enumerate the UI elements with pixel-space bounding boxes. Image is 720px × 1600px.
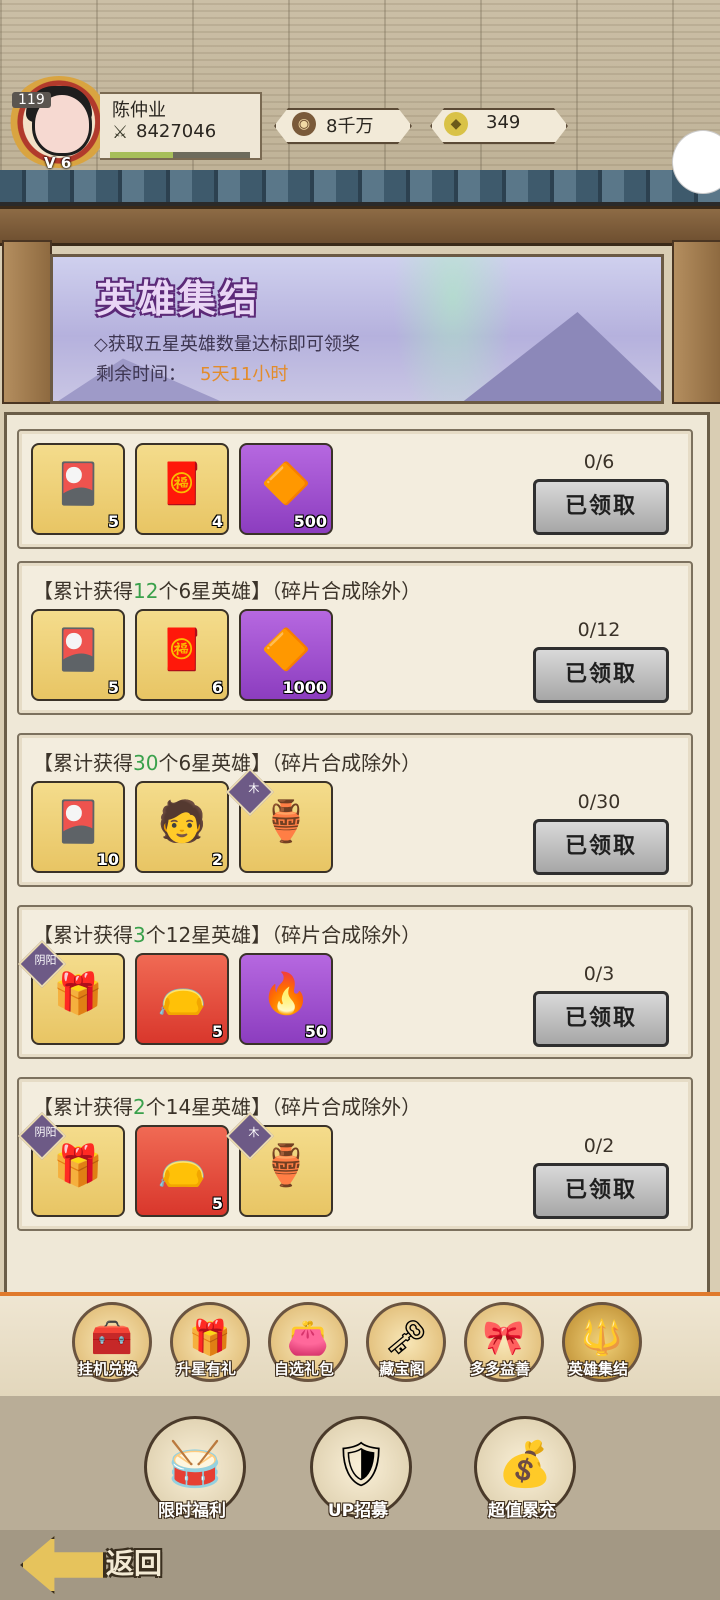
tab-label: 自选礼包 (273, 1360, 334, 1378)
reward-row: 【累计获得30个6星英雄】（碎片合成除外） 🎴 10 🧑 2 木 🏺 0/30 … (17, 733, 693, 887)
event-description: ◇获取五星英雄数量达标即可领奖 (94, 334, 360, 355)
reward-item[interactable]: 🧧 4 (135, 443, 229, 535)
progress-text: 0/12 (577, 619, 621, 641)
vip-badge: V 6 (44, 154, 72, 172)
item-count: 500 (293, 512, 327, 531)
row-note: （碎片合成除外） (271, 1095, 422, 1119)
highlight-count: 30 (133, 751, 159, 775)
hero-portrait-icon: 🧑 (157, 799, 207, 845)
item-count: 5 (107, 678, 119, 697)
progress-text: 0/30 (577, 791, 621, 813)
reward-item[interactable]: 🧑 2 (135, 781, 229, 873)
lottery-ticket-icon: 🧧 (157, 461, 207, 507)
reward-item[interactable]: 🔥 50 (239, 953, 333, 1045)
ingot-icon: ◆ (444, 112, 468, 136)
tab-label: 多多益善 (469, 1360, 530, 1378)
tab-label: 英雄集结 (567, 1360, 628, 1378)
item-count: 6 (211, 678, 223, 697)
back-label[interactable]: 返回 (106, 1542, 162, 1582)
jade-crystal-icon: 🔶 (261, 627, 311, 673)
reward-item[interactable]: 木 🏺 (225, 1111, 333, 1217)
coin-amount: 8千万 (326, 116, 374, 137)
reward-item[interactable]: 🎴 5 (31, 443, 125, 535)
reward-row: 【累计获得12个6星英雄】（碎片合成除外） 🎴 5 🧧 6 🔶 1000 0/1… (17, 561, 693, 715)
crossed-swords-icon: ⚔ (112, 122, 129, 143)
left-pillar (2, 240, 52, 404)
reward-row: 【累计获得3个12星英雄】（碎片合成除外） 阴阳 🎁 👝 5 🔥 50 0/3 … (17, 905, 693, 1059)
row-title: 【累计获得2个14星英雄】（碎片合成除外） (33, 1095, 422, 1119)
tab-label: 升星有礼 (175, 1360, 236, 1378)
row-note: （碎片合成除外） (271, 751, 422, 775)
reward-item[interactable]: 🔶 1000 (239, 609, 333, 701)
claimed-button[interactable]: 已领取 (533, 1163, 669, 1219)
reward-item[interactable]: 🎴 5 (31, 609, 125, 701)
lottery-ticket-icon: 🧧 (157, 627, 207, 673)
remaining-time-value: 5天11小时 (200, 364, 289, 385)
summon-order-icon: 🎴 (53, 627, 103, 673)
reward-item[interactable]: 阴阳 🎁 (17, 939, 125, 1045)
item-count: 2 (211, 850, 223, 869)
row-title: 【累计获得12个6星英雄】（碎片合成除外） (33, 579, 422, 603)
claimed-button[interactable]: 已领取 (533, 479, 669, 535)
exp-bar-fill (110, 152, 173, 158)
claimed-button[interactable]: 已领取 (533, 819, 669, 875)
reward-row: 🎴 5 🧧 4 🔶 500 0/6 已领取 (17, 429, 693, 549)
tab-label: 藏宝阁 (379, 1360, 425, 1378)
golden-seal-icon: 🏺 (261, 799, 311, 845)
progress-text: 0/6 (583, 451, 615, 473)
combat-power: 8427046 (136, 121, 217, 142)
player-name: 陈仲业 (112, 100, 166, 121)
row-title: 【累计获得3个12星英雄】（碎片合成除外） (33, 923, 422, 947)
roof-tiles (0, 170, 720, 206)
reward-item[interactable]: 木 🏺 (225, 767, 333, 873)
banner-mountain-right (451, 312, 661, 401)
yinyang-box-icon: 🎁 (53, 1143, 103, 1189)
claimed-button[interactable]: 已领取 (533, 991, 669, 1047)
row-title: 【累计获得30个6星英雄】（碎片合成除外） (33, 751, 422, 775)
event-title: 英雄集结 (96, 277, 261, 321)
item-count: 10 (96, 850, 119, 869)
item-count: 4 (211, 512, 223, 531)
exp-bar (110, 152, 250, 158)
coin-icon: ◉ (292, 112, 316, 136)
reward-item[interactable]: 👝 5 (135, 1125, 229, 1217)
item-count: 5 (211, 1194, 223, 1213)
red-pouch-icon: 👝 (157, 1143, 207, 1189)
tab-label: 挂机兑换 (77, 1360, 138, 1378)
item-count: 5 (211, 1022, 223, 1041)
ingot-amount: 349 (486, 112, 521, 133)
highlight-count: 3 (133, 923, 146, 947)
yinyang-box-icon: 🎁 (53, 971, 103, 1017)
fire-gem-icon: 🔥 (261, 971, 311, 1017)
summon-order-icon: 🎴 (53, 461, 103, 507)
reward-row: 【累计获得2个14星英雄】（碎片合成除外） 阴阳 🎁 👝 5 木 🏺 0/2 已… (17, 1077, 693, 1231)
item-count: 50 (304, 1022, 327, 1041)
nav-label: UP招募 (327, 1501, 389, 1521)
reward-item[interactable]: 🔶 500 (239, 443, 333, 535)
red-pouch-icon: 👝 (157, 971, 207, 1017)
nav-label: 超值累充 (488, 1501, 556, 1521)
remaining-time-label: 剩余时间： (96, 364, 186, 385)
golden-seal-icon: 🏺 (261, 1143, 311, 1189)
jade-crystal-icon: 🔶 (261, 461, 311, 507)
right-pillar (672, 240, 720, 404)
reward-item[interactable]: 🎴 10 (31, 781, 125, 873)
row-note: （碎片合成除外） (271, 579, 422, 603)
wooden-beam (0, 206, 720, 246)
nav-label: 限时福利 (158, 1501, 226, 1521)
highlight-count: 12 (133, 579, 159, 603)
reward-list-panel[interactable]: 🎴 5 🧧 4 🔶 500 0/6 已领取 【累计获得12个6星英雄】（碎片合成… (4, 412, 710, 1316)
highlight-count: 2 (133, 1095, 146, 1119)
progress-text: 0/3 (583, 963, 615, 985)
reward-item[interactable]: 👝 5 (135, 953, 229, 1045)
summon-order-icon: 🎴 (53, 799, 103, 845)
item-count: 1000 (282, 678, 327, 697)
reward-item[interactable]: 阴阳 🎁 (17, 1111, 125, 1217)
reward-item[interactable]: 🧧 6 (135, 609, 229, 701)
claimed-button[interactable]: 已领取 (533, 647, 669, 703)
player-level-badge: 119 (12, 92, 51, 108)
row-note: （碎片合成除外） (271, 923, 422, 947)
item-count: 5 (107, 512, 119, 531)
progress-text: 0/2 (583, 1135, 615, 1157)
